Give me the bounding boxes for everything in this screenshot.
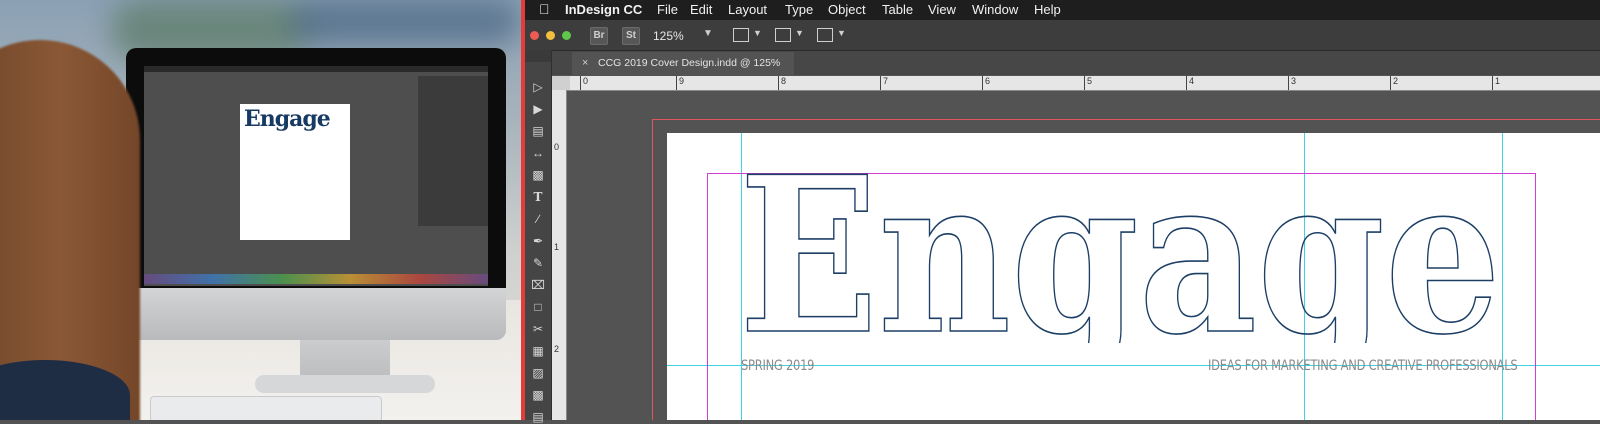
ruler-label: 4 [1186, 76, 1194, 90]
zoom-level[interactable]: 125% [653, 29, 684, 43]
note-tool-icon[interactable]: ▤ [531, 410, 545, 424]
gap-tool-icon[interactable]: ↔ [531, 146, 545, 160]
keyboard [150, 396, 382, 420]
vertical-ruler[interactable]: 0 1 2 [552, 90, 567, 420]
control-bar: Br St 125% ▼ ▼ ▼ ▼ [525, 20, 1600, 51]
ruler-label: 0 [580, 76, 588, 90]
background-blur [290, 0, 520, 45]
mini-menubar [144, 66, 488, 72]
monitor-screen: Engage [144, 66, 488, 286]
ruler-label: 2 [554, 344, 560, 354]
menubar:  InDesign CC File Edit Layout Type Obje… [525, 0, 1600, 20]
pen-tool-icon[interactable]: ✒ [531, 234, 545, 248]
mini-panel [418, 76, 488, 226]
rectangle-tool-icon[interactable]: □ [531, 300, 545, 314]
panel-grip[interactable] [525, 50, 551, 62]
cover-title[interactable]: Engage [738, 163, 1502, 343]
menu-edit[interactable]: Edit [690, 2, 712, 17]
pencil-tool-icon[interactable]: ✎ [531, 256, 545, 270]
menu-app-name[interactable]: InDesign CC [565, 2, 642, 17]
document-tab-bar: × CCG 2019 Cover Design.indd @ 125% [552, 51, 1600, 75]
direct-selection-tool-icon[interactable]: ▶ [531, 102, 545, 116]
close-window-button[interactable] [530, 31, 539, 40]
zoom-window-button[interactable] [562, 31, 571, 40]
bridge-button[interactable]: Br [590, 27, 608, 45]
chevron-down-icon[interactable]: ▼ [703, 28, 713, 39]
chevron-down-icon[interactable]: ▼ [837, 28, 846, 38]
close-icon[interactable]: × [582, 52, 588, 75]
menu-type[interactable]: Type [785, 2, 813, 17]
indesign-window:  InDesign CC File Edit Layout Type Obje… [521, 0, 1600, 424]
ruler-label: 6 [982, 76, 990, 90]
view-options-icon[interactable] [733, 28, 749, 42]
arrange-documents-icon[interactable] [817, 28, 833, 42]
office-photo: Engage [0, 0, 521, 420]
stock-button[interactable]: St [622, 27, 640, 45]
document-tab[interactable]: × CCG 2019 Cover Design.indd @ 125% [572, 52, 795, 75]
ruler-label: 1 [1492, 76, 1500, 90]
minimize-window-button[interactable] [546, 31, 555, 40]
mini-dock [144, 274, 488, 284]
tools-panel: ▷ ▶ ▤ ↔ ▩ T ∕ ✒ ✎ ⌧ □ ✂ ▦ ▨ ▩ ▤ [525, 50, 552, 424]
chevron-down-icon[interactable]: ▼ [753, 28, 762, 38]
ruler-origin[interactable] [552, 76, 570, 91]
menu-table[interactable]: Table [882, 2, 913, 17]
cover-title-outline[interactable]: Engage [737, 163, 1517, 343]
menu-help[interactable]: Help [1034, 2, 1061, 17]
cover-tagline[interactable]: IDEAS FOR MARKETING AND CREATIVE PROFESS… [1208, 358, 1518, 374]
page-tool-icon[interactable]: ▤ [531, 124, 545, 138]
ruler-label: 2 [1390, 76, 1398, 90]
menu-layout[interactable]: Layout [728, 2, 767, 17]
cover-issue-date[interactable]: SPRING 2019 [741, 358, 814, 374]
rectangle-frame-tool-icon[interactable]: ⌧ [531, 278, 545, 292]
type-tool-icon[interactable]: T [531, 190, 545, 204]
horizontal-ruler[interactable]: 0 9 8 7 6 5 4 3 2 1 [570, 76, 1600, 91]
selection-tool-icon[interactable]: ▷ [531, 80, 545, 94]
menu-object[interactable]: Object [828, 2, 866, 17]
free-transform-tool-icon[interactable]: ▦ [531, 344, 545, 358]
line-tool-icon[interactable]: ∕ [531, 212, 545, 226]
monitor-chin [126, 288, 506, 340]
scissors-tool-icon[interactable]: ✂ [531, 322, 545, 336]
ruler-label: 5 [1084, 76, 1092, 90]
ruler-label: 3 [1288, 76, 1296, 90]
menu-view[interactable]: View [928, 2, 956, 17]
imac-monitor: Engage [126, 48, 506, 340]
mini-document: Engage [240, 104, 350, 240]
document-page[interactable]: Engage SPRING 2019 IDEAS FOR MARKETING A… [667, 133, 1600, 420]
ruler-label: 0 [554, 142, 560, 152]
apple-icon[interactable]:  [539, 1, 550, 17]
ruler-label: 8 [778, 76, 786, 90]
chevron-down-icon[interactable]: ▼ [795, 28, 804, 38]
pasteboard[interactable]: Engage SPRING 2019 IDEAS FOR MARKETING A… [567, 91, 1600, 420]
content-collector-icon[interactable]: ▩ [531, 168, 545, 182]
menu-file[interactable]: File [657, 2, 678, 17]
monitor-stand-base [255, 375, 435, 393]
mini-cover-title: Engage [244, 106, 331, 132]
menu-window[interactable]: Window [972, 2, 1018, 17]
ruler-label: 1 [554, 242, 560, 252]
ruler-label: 9 [676, 76, 684, 90]
ruler-label: 7 [880, 76, 888, 90]
screen-mode-icon[interactable] [775, 28, 791, 42]
gradient-swatch-tool-icon[interactable]: ▨ [531, 366, 545, 380]
gradient-feather-tool-icon[interactable]: ▩ [531, 388, 545, 402]
document-tab-title: CCG 2019 Cover Design.indd @ 125% [598, 57, 781, 69]
